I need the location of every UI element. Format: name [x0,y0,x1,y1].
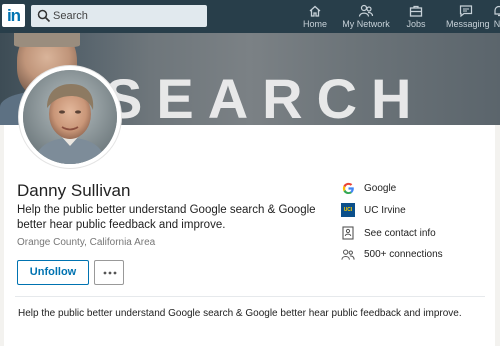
nav-item-notifications[interactable]: N [492,4,500,31]
nav-item-label: Home [302,19,327,29]
nav-item-my-network[interactable]: My Network [342,4,390,31]
profile-headline: Help the public better understand Google… [17,204,316,231]
notifications-icon [494,5,500,17]
banner-text: SEARCH [105,67,426,125]
nav-item-messaging[interactable]: Messaging [446,4,490,31]
more-dots-icon [103,271,117,275]
profile-location: Orange County, California Area [17,237,156,248]
nav-item-label: Jobs [406,19,426,29]
avatar-photo [23,70,117,164]
contact-card-icon [341,226,355,240]
school-logo-text: UCI [343,207,353,213]
nav-item-label: Messaging [446,19,490,29]
profile-name: Danny Sullivan [17,181,131,200]
top-nav-bar: in Home My Network Jobs [0,0,500,33]
network-icon [358,4,374,17]
search-icon [37,9,51,23]
home-icon [309,5,321,17]
uc-irvine-logo-icon: UCI [341,203,355,217]
unfollow-button[interactable]: Unfollow [17,260,89,285]
profile-avatar[interactable] [19,66,121,168]
banner-person-hair [14,33,80,47]
nav-item-label: N [493,19,500,29]
linkedin-logo[interactable]: in [2,4,25,27]
nav-item-label: My Network [342,19,390,29]
contact-info-link[interactable]: See contact info [341,226,436,240]
connections-link[interactable]: 500+ connections [341,247,443,261]
current-company[interactable]: Google [341,181,396,195]
search-input[interactable] [53,8,201,24]
nav-item-jobs[interactable]: Jobs [404,4,428,31]
connections-count: 500+ connections [364,248,443,260]
search-box[interactable] [31,5,207,27]
section-divider [15,296,485,297]
nav-item-home[interactable]: Home [300,4,330,31]
school-name: UC Irvine [364,204,406,216]
education[interactable]: UCI UC Irvine [341,203,406,217]
more-actions-button[interactable] [94,260,124,285]
briefcase-icon [409,5,423,17]
google-logo-icon [341,181,355,195]
messaging-icon [459,5,473,18]
profile-summary: Help the public better understand Google… [18,308,462,319]
contact-info-label: See contact info [364,227,436,239]
connections-icon [341,247,355,261]
company-name: Google [364,182,397,194]
